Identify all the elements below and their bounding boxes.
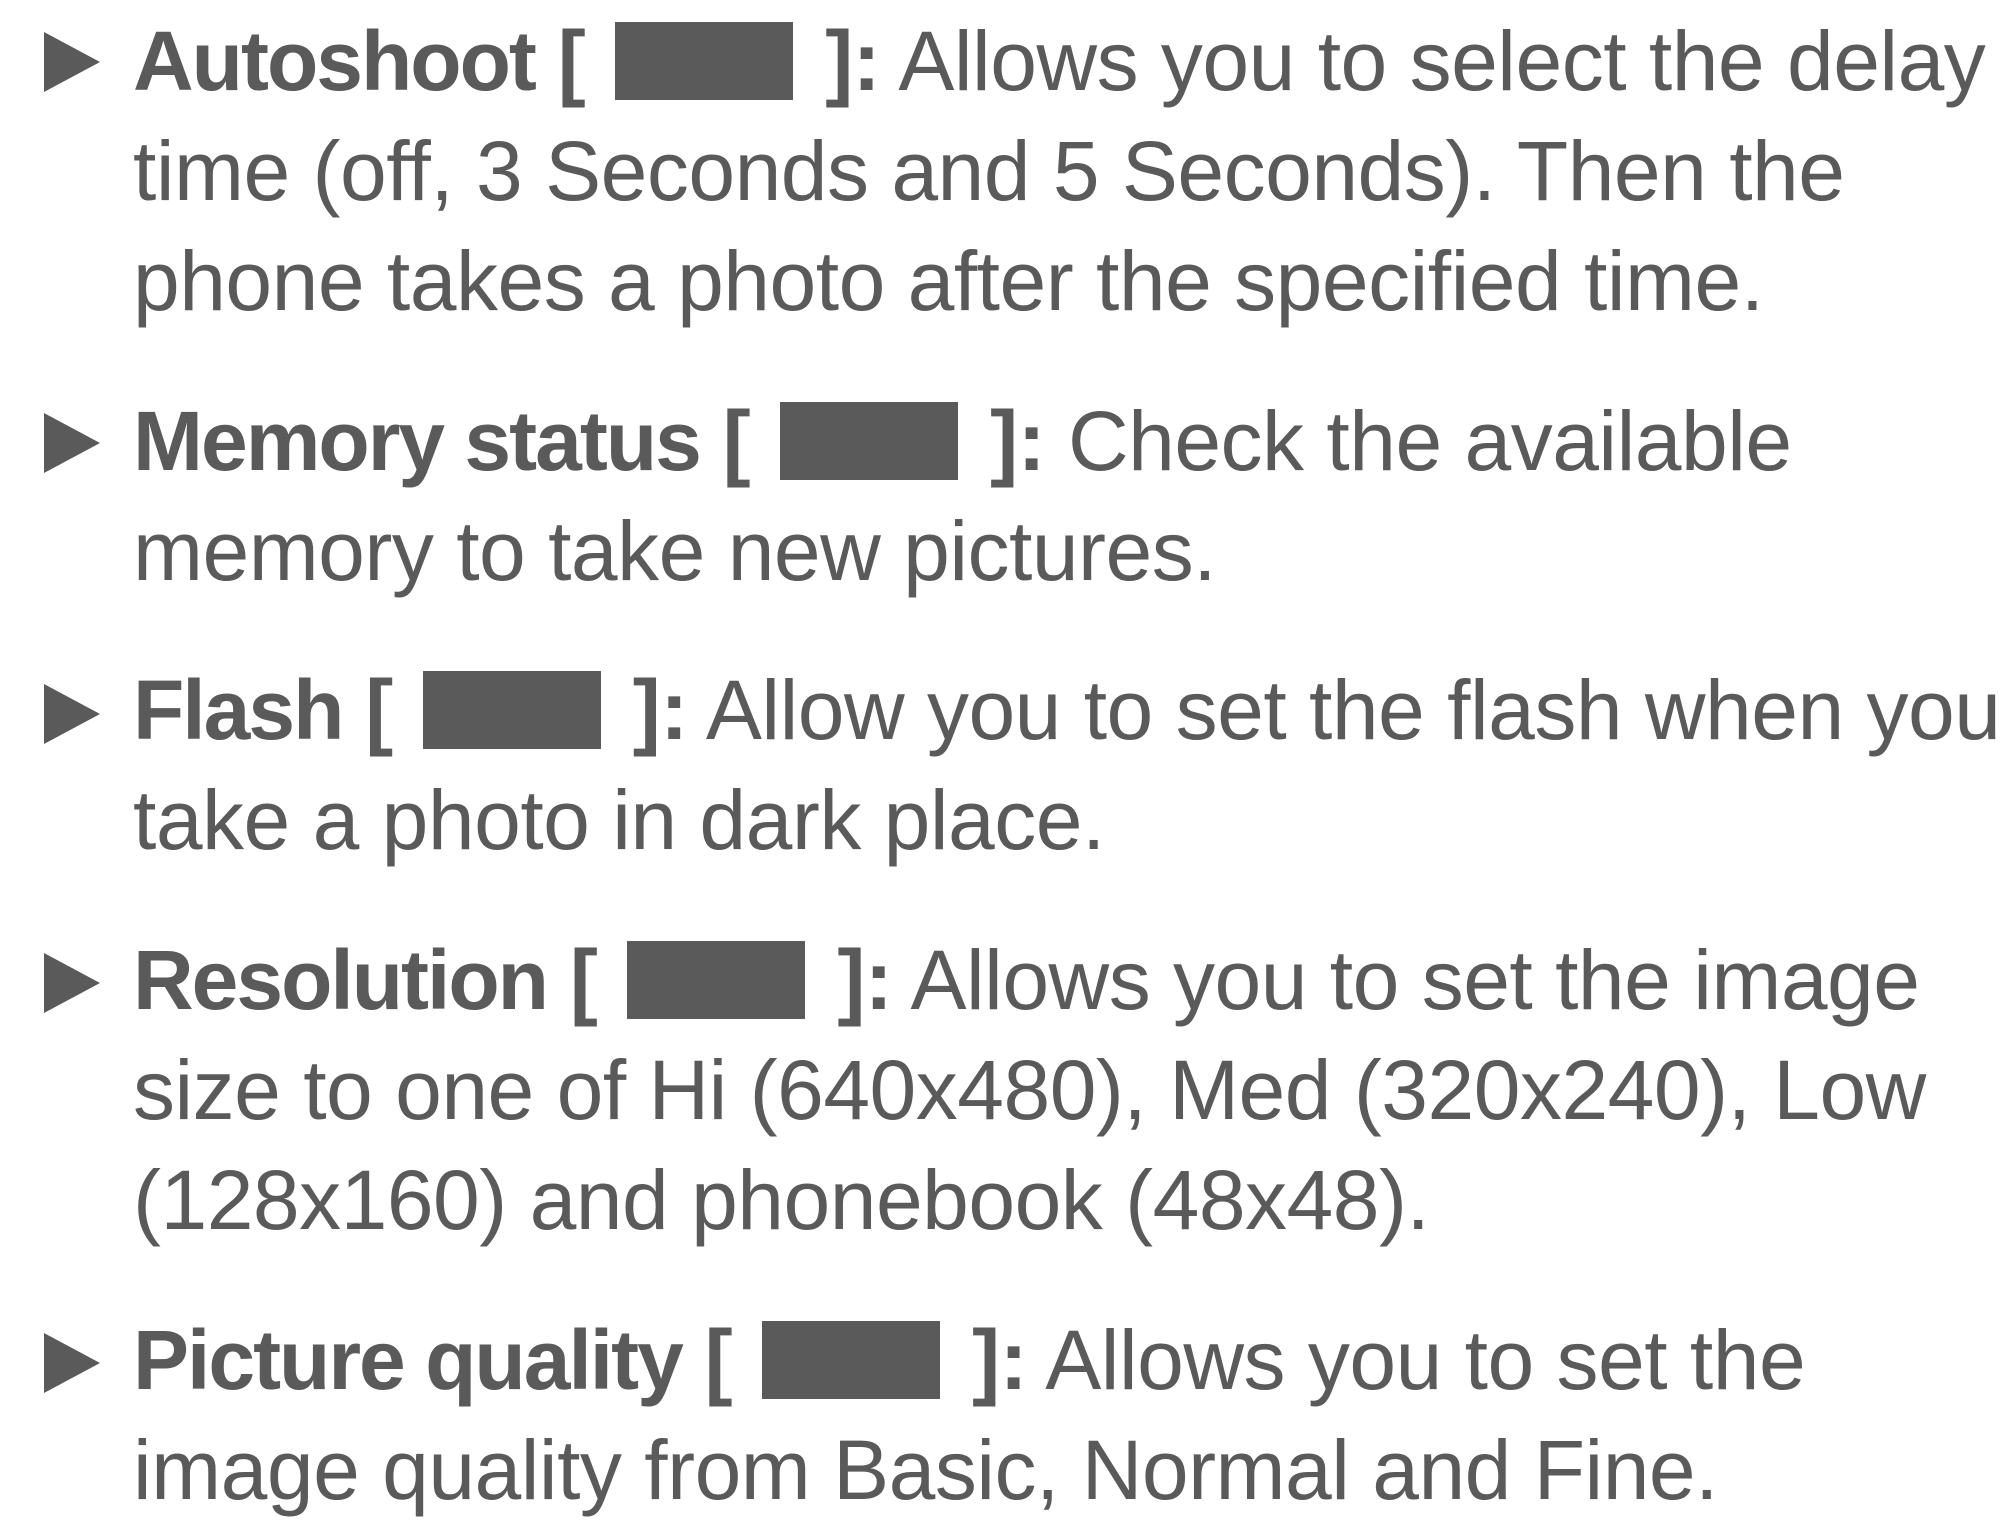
entry-line: Allows you to set the xyxy=(1045,1313,1806,1407)
entry-text: Flash []: Allow you to set the flash whe… xyxy=(133,663,2001,757)
triangle-bullet-icon xyxy=(44,1333,100,1393)
entry-line: size to one of Hi (640x480), Med (320x24… xyxy=(133,1043,1926,1137)
entry-line: Check the available xyxy=(1067,394,1792,488)
entry-line: memory to take new pictures. xyxy=(133,504,1217,598)
triangle-bullet-icon xyxy=(44,32,100,92)
flash-icon xyxy=(422,671,601,749)
triangle-bullet-icon xyxy=(44,953,100,1013)
entry-term: Memory status xyxy=(133,394,702,488)
camera-settings-list: Autoshoot []: Allows you to select the d… xyxy=(0,0,2003,1517)
entry-term: Autoshoot xyxy=(133,14,537,108)
entry-term: Picture quality xyxy=(133,1313,684,1407)
entry-line: time (off, 3 Seconds and 5 Seconds). The… xyxy=(133,124,1845,218)
entry-line: take a photo in dark place. xyxy=(133,773,1105,867)
entry-text: Picture quality []: Allows you to set th… xyxy=(133,1313,1806,1407)
memory-status-icon xyxy=(780,402,959,480)
picture-quality-icon xyxy=(762,1321,941,1399)
entry-text: Memory status []: Check the available xyxy=(133,394,1792,488)
entry-line: Allow you to set the flash when you xyxy=(705,663,2001,757)
entry-line: (128x160) and phonebook (48x48). xyxy=(133,1153,1430,1247)
triangle-bullet-icon xyxy=(44,413,100,473)
entry-line: Allows you to set the image xyxy=(910,933,1920,1027)
entry-term: Flash xyxy=(133,663,344,757)
triangle-bullet-icon xyxy=(44,684,100,744)
entry-line: image quality from Basic, Normal and Fin… xyxy=(133,1423,1718,1517)
entry-line: phone takes a photo after the specified … xyxy=(133,234,1764,328)
autoshoot-icon xyxy=(615,22,794,100)
entry-term: Resolution xyxy=(133,933,549,1027)
entry-text: Resolution []: Allows you to set the ima… xyxy=(133,933,1920,1027)
resolution-icon xyxy=(627,941,806,1019)
entry-text: Autoshoot []: Allows you to select the d… xyxy=(133,14,1986,108)
entry-line: Allows you to select the delay xyxy=(898,14,1986,108)
